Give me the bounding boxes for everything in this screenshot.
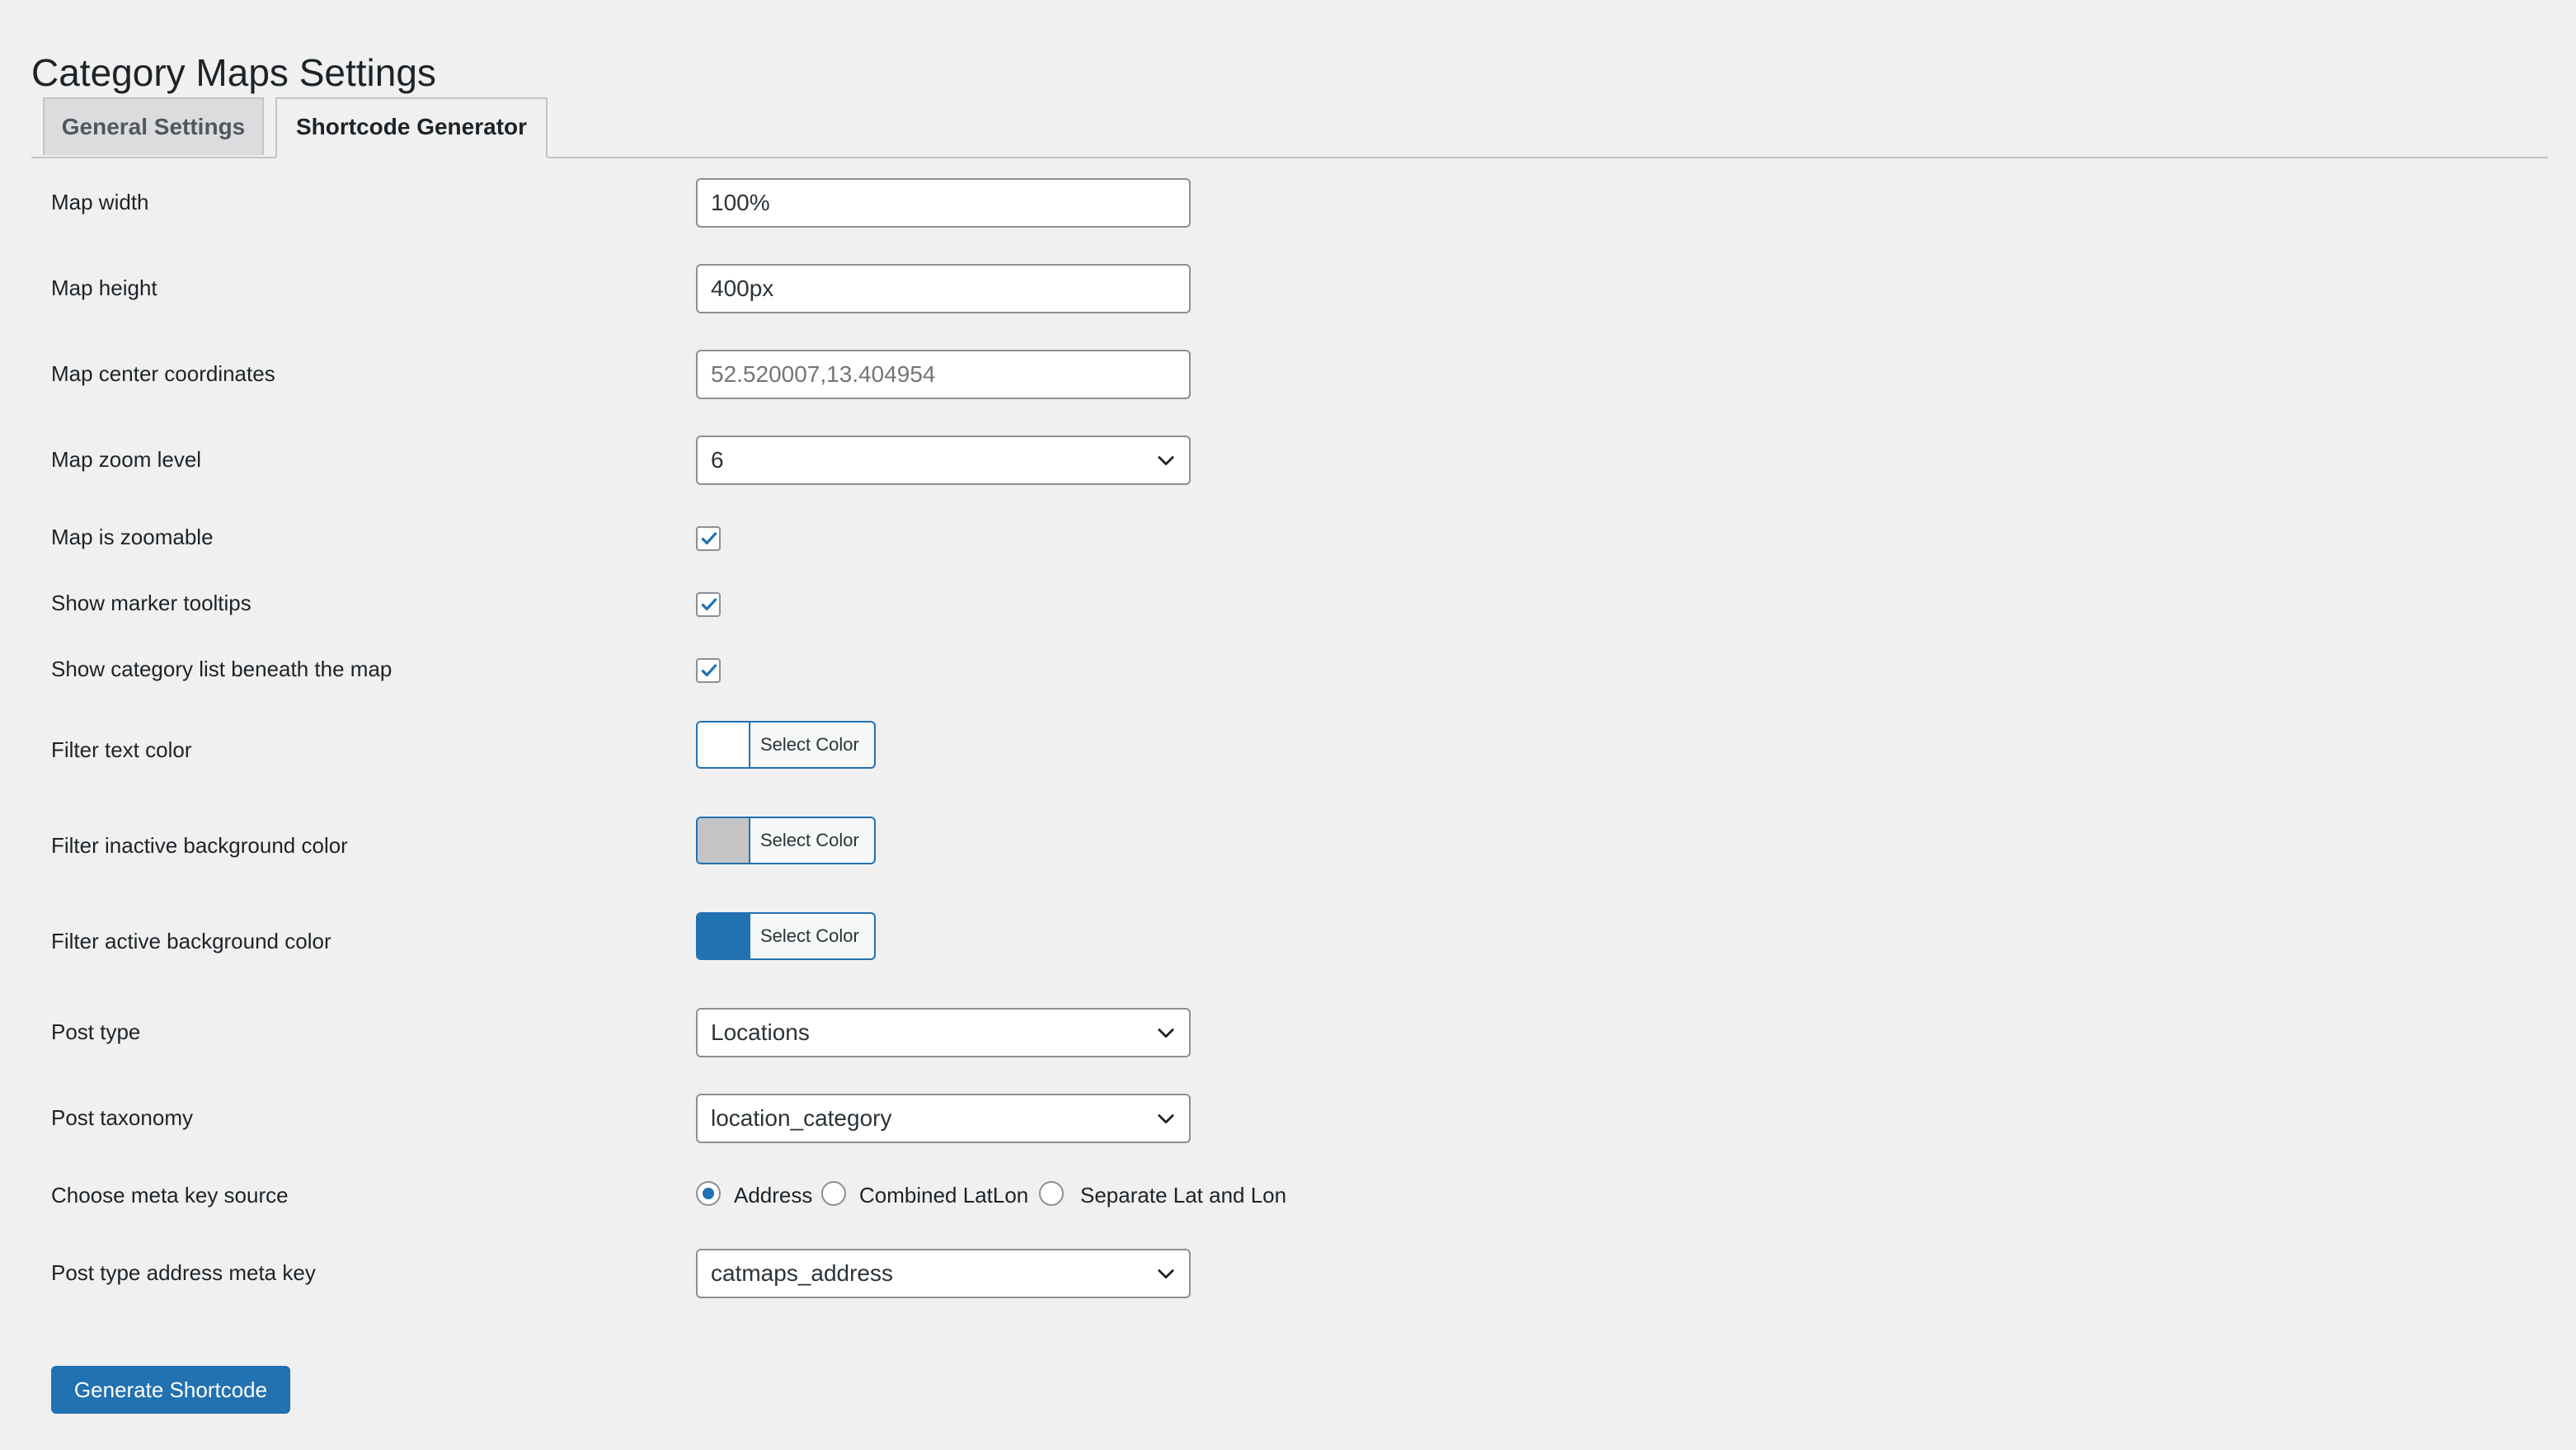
filter-text-color-label: Filter text color (51, 737, 192, 762)
post-taxonomy-select[interactable]: location_category (696, 1094, 1191, 1143)
generate-shortcode-button[interactable]: Generate Shortcode (51, 1366, 290, 1414)
settings-tabs: General Settings Shortcode Generator (31, 97, 2548, 158)
map-center-label: Map center coordinates (51, 361, 275, 386)
map-width-input[interactable] (696, 178, 1191, 228)
post-type-label: Post type (51, 1019, 141, 1044)
check-icon (701, 664, 717, 677)
chevron-down-icon (1158, 1029, 1174, 1038)
filter-inactive-bg-button[interactable]: Select Color (696, 817, 876, 864)
tab-shortcode-generator[interactable]: Shortcode Generator (275, 97, 548, 158)
check-icon (701, 532, 717, 545)
radio-separate-lat-lon[interactable] (1039, 1181, 1064, 1206)
radio-combined-latlon-label: Combined LatLon (859, 1183, 1029, 1208)
tab-general-settings[interactable]: General Settings (43, 97, 264, 155)
map-zoom-label: Map zoom level (51, 447, 202, 472)
page-title: Category Maps Settings (31, 50, 436, 94)
post-type-select[interactable]: Locations (696, 1008, 1191, 1057)
address-meta-key-select[interactable]: catmaps_address (696, 1249, 1191, 1298)
filter-active-bg-button[interactable]: Select Color (696, 912, 876, 960)
map-width-label: Map width (51, 190, 149, 214)
category-list-label: Show category list beneath the map (51, 657, 393, 681)
chevron-down-icon (1158, 1114, 1174, 1124)
radio-separate-lat-lon-label: Separate Lat and Lon (1080, 1183, 1287, 1208)
color-swatch (698, 723, 750, 767)
radio-combined-latlon[interactable] (821, 1181, 846, 1206)
map-zoomable-checkbox[interactable] (696, 526, 721, 551)
filter-active-bg-label: Filter active background color (51, 929, 331, 953)
map-zoom-value: 6 (711, 447, 724, 473)
address-meta-key-value: catmaps_address (711, 1260, 894, 1286)
radio-address[interactable] (696, 1181, 721, 1206)
chevron-down-icon (1158, 456, 1174, 466)
color-swatch (698, 818, 750, 863)
map-height-label: Map height (51, 275, 157, 300)
map-center-input[interactable] (696, 350, 1191, 399)
select-color-label: Select Color (760, 830, 859, 850)
category-list-checkbox[interactable] (696, 658, 721, 683)
marker-tooltips-checkbox[interactable] (696, 592, 721, 617)
address-meta-key-label: Post type address meta key (51, 1260, 316, 1285)
post-type-value: Locations (711, 1019, 810, 1045)
chevron-down-icon (1158, 1269, 1174, 1279)
filter-text-color-button[interactable]: Select Color (696, 721, 876, 769)
map-zoomable-label: Map is zoomable (51, 525, 214, 549)
post-taxonomy-value: location_category (711, 1105, 892, 1131)
meta-source-label: Choose meta key source (51, 1183, 289, 1208)
filter-inactive-bg-label: Filter inactive background color (51, 833, 348, 858)
map-height-input[interactable] (696, 264, 1191, 313)
select-color-label: Select Color (760, 734, 859, 755)
post-taxonomy-label: Post taxonomy (51, 1105, 193, 1130)
select-color-label: Select Color (760, 925, 859, 946)
color-swatch (698, 914, 750, 958)
map-zoom-select[interactable]: 6 (696, 435, 1191, 485)
check-icon (701, 598, 717, 611)
radio-address-label: Address (734, 1183, 813, 1208)
marker-tooltips-label: Show marker tooltips (51, 591, 251, 615)
